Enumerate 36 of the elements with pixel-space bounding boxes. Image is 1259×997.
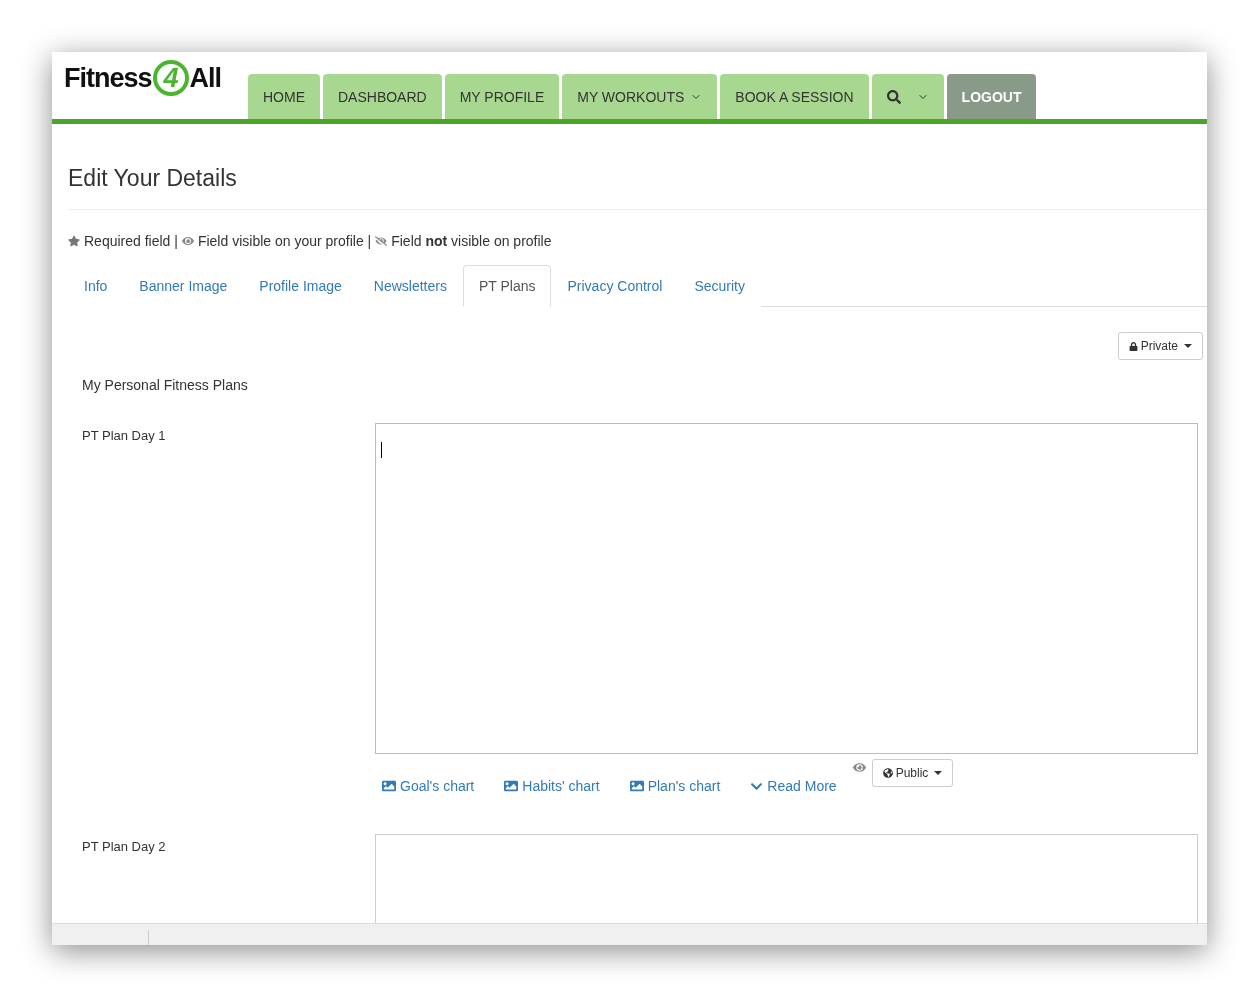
nav-link[interactable]: DASHBOARD	[323, 74, 442, 119]
search-menu[interactable]	[871, 74, 944, 119]
tab[interactable]: PT Plans	[462, 265, 552, 307]
plan-textarea[interactable]	[375, 423, 1198, 754]
legend-text: Field visible on your profile |	[197, 233, 372, 249]
nav-dropdown[interactable]: MY WORKOUTS	[562, 74, 718, 119]
chart-link[interactable]: Plan's chart	[629, 778, 721, 794]
chart-link[interactable]: Goal's chart	[382, 778, 475, 794]
caret-icon	[1184, 344, 1192, 348]
nav-link[interactable]: BOOK A SESSION	[720, 74, 869, 119]
page-title: Edit Your Details	[68, 124, 1207, 210]
caret-icon	[934, 771, 943, 775]
chart-link[interactable]: Habits' chart	[504, 778, 600, 794]
globe-icon	[882, 768, 893, 778]
lock-icon	[1128, 341, 1138, 351]
privacy-dropdown[interactable]: Public	[871, 759, 954, 787]
eye-slash-icon	[375, 235, 388, 247]
eye-icon	[852, 761, 866, 774]
nav-link[interactable]: HOME	[248, 74, 320, 119]
field-label: PT Plan Day 2	[82, 838, 167, 856]
legend-text: Required field |	[84, 233, 178, 249]
search-icon	[886, 89, 901, 104]
nav-link[interactable]: MY PROFILE	[444, 74, 560, 119]
text-cursor	[381, 442, 382, 458]
legend-text: Field not visible on profile	[391, 233, 552, 249]
logout-button[interactable]: LOGOUT	[946, 74, 1037, 119]
image-icon	[504, 779, 519, 793]
chart-link[interactable]: Read More	[750, 778, 837, 794]
logo[interactable]: Fitness 4 All	[64, 60, 222, 96]
star-icon	[68, 235, 80, 247]
field-label: PT Plan Day 1	[82, 427, 167, 445]
image-icon	[629, 779, 644, 793]
image-icon	[382, 779, 396, 793]
section-title: My Personal Fitness Plans	[81, 376, 249, 393]
privacy-dropdown[interactable]: Private	[1117, 332, 1203, 360]
eye-icon	[181, 235, 194, 247]
